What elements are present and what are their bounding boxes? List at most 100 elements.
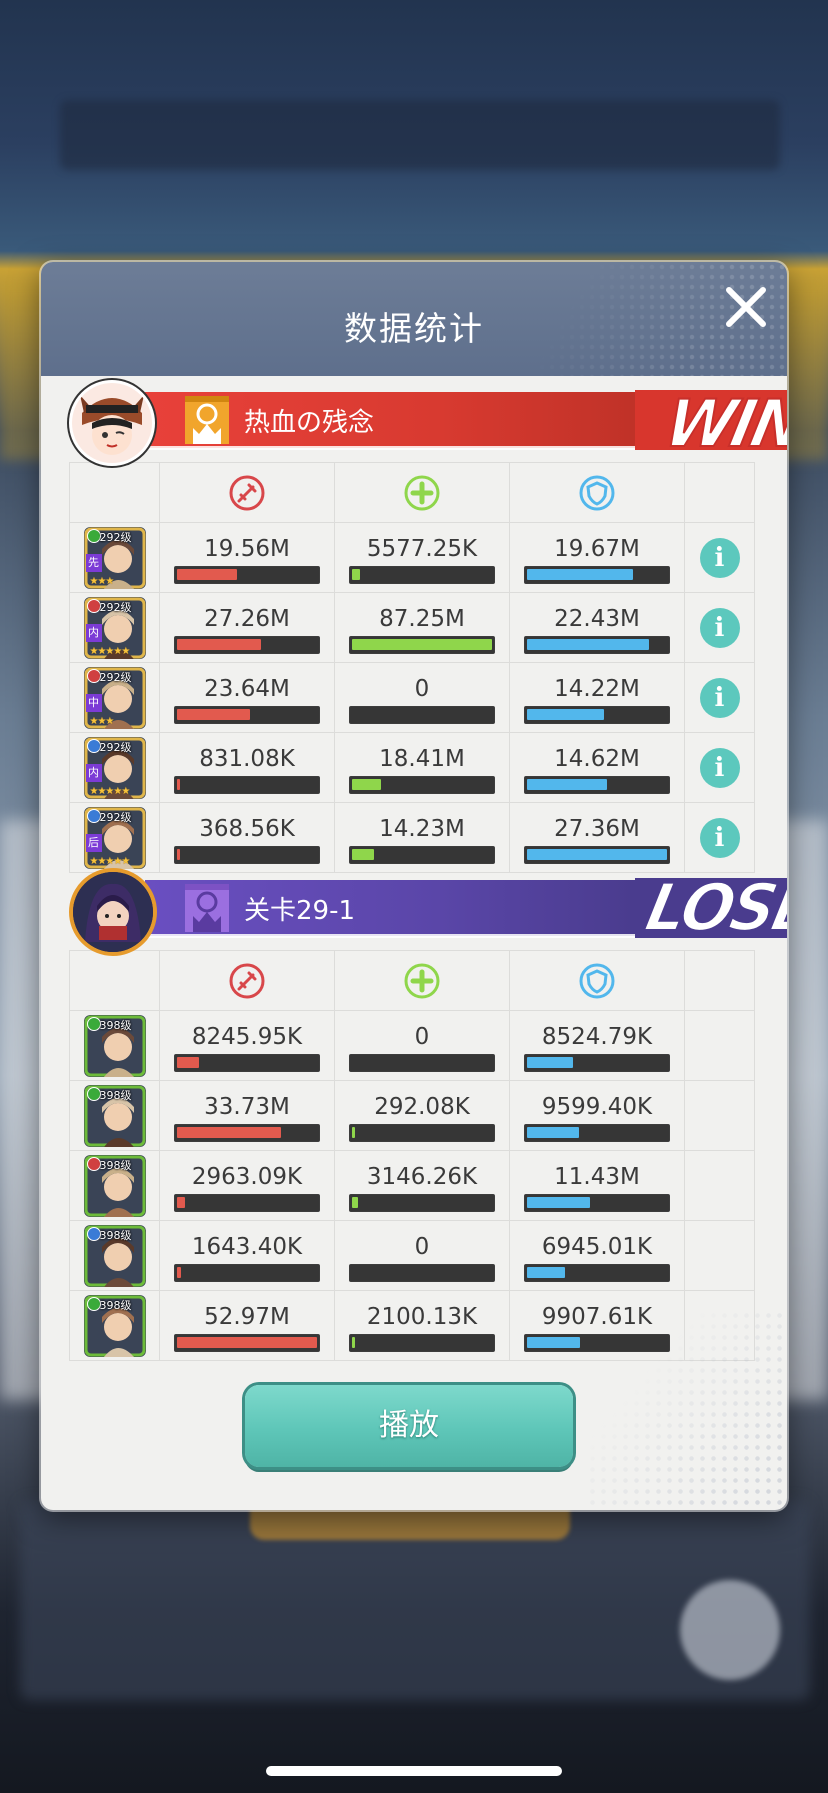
- element-badge-icon: [86, 1226, 101, 1241]
- element-badge-icon: [86, 1156, 101, 1171]
- hero-stars: ★★★★★: [89, 855, 131, 867]
- heal-value: 0: [414, 1233, 430, 1260]
- hero-level: 398级: [99, 1298, 132, 1312]
- element-badge-icon: [86, 738, 101, 753]
- defense-bar-fill: [527, 1266, 565, 1278]
- hero-stars: ★★★★★: [89, 645, 131, 657]
- info-icon[interactable]: i: [699, 817, 740, 858]
- hero-portrait[interactable]: 398级: [83, 1014, 146, 1077]
- heal-bar-fill: [352, 1196, 358, 1208]
- info-icon[interactable]: i: [699, 747, 740, 788]
- element-badge-icon: [86, 1086, 101, 1101]
- heal-bar-fill: [352, 568, 360, 580]
- damage-bar-fill: [177, 848, 180, 860]
- element-badge-icon: [86, 598, 101, 613]
- heal-value: 2100.13K: [366, 1303, 478, 1330]
- enemy-avatar: [69, 868, 157, 956]
- hero-level: 292级: [99, 530, 132, 544]
- hero-row: 292级中 ★★★ 23.64M 0 14.22M i: [69, 662, 755, 733]
- hero-level: 398级: [99, 1088, 132, 1102]
- sword-icon: [229, 963, 265, 998]
- heal-value: 18.41M: [379, 745, 465, 772]
- info-icon[interactable]: i: [699, 677, 740, 718]
- damage-bar-fill: [177, 1266, 181, 1278]
- damage-bar-fill: [177, 778, 180, 790]
- hero-portrait[interactable]: 292级内 ★★★★★: [83, 596, 146, 659]
- hero-position: 内: [85, 623, 102, 642]
- hero-level: 292级: [99, 670, 132, 684]
- hero-portrait[interactable]: 398级: [83, 1294, 146, 1357]
- hero-portrait[interactable]: 398级: [83, 1224, 146, 1287]
- heal-bar: [349, 1123, 495, 1142]
- defense-bar-fill: [527, 1126, 579, 1138]
- damage-bar-fill: [177, 1126, 281, 1138]
- defense-value: 19.67M: [554, 535, 640, 562]
- heal-bar-fill: [352, 638, 492, 650]
- heal-value: 0: [414, 1023, 430, 1050]
- hero-portrait[interactable]: 292级后 ★★★★★: [83, 806, 146, 869]
- team-banner-enemy: 关卡29-1 LOSE: [69, 868, 787, 956]
- close-button[interactable]: [719, 280, 773, 334]
- defense-bar-fill: [527, 1196, 590, 1208]
- heal-bar: [349, 635, 495, 654]
- damage-value: 2963.09K: [191, 1163, 303, 1190]
- result-badge-win: WIN: [635, 384, 787, 463]
- heal-bar: [349, 565, 495, 584]
- hero-row: 398级 1643.40K 0 6945.01K: [69, 1220, 755, 1291]
- play-button[interactable]: 播放: [245, 1385, 573, 1467]
- hero-portrait[interactable]: 292级内 ★★★★★: [83, 736, 146, 799]
- team-name: 关卡29-1: [244, 896, 356, 926]
- hero-portrait[interactable]: 292级中 ★★★: [83, 666, 146, 729]
- result-text: WIN: [658, 384, 787, 463]
- defense-value: 27.36M: [554, 815, 640, 842]
- hero-position: 后: [85, 833, 102, 852]
- background-round-button: [680, 1580, 780, 1680]
- defense-value: 6945.01K: [541, 1233, 653, 1260]
- damage-bar: [174, 1193, 320, 1212]
- damage-bar: [174, 705, 320, 724]
- damage-bar: [174, 635, 320, 654]
- damage-bar: [174, 565, 320, 584]
- defense-bar: [524, 635, 670, 654]
- hero-portrait[interactable]: 292级先 ★★★: [83, 526, 146, 589]
- heal-bar-fill: [352, 1126, 355, 1138]
- defense-bar: [524, 705, 670, 724]
- defense-bar: [524, 1263, 670, 1282]
- damage-value: 33.73M: [204, 1093, 290, 1120]
- heal-value: 87.25M: [379, 605, 465, 632]
- shield-icon: [579, 963, 615, 998]
- hero-portrait[interactable]: 398级: [83, 1084, 146, 1147]
- hero-row: 292级后 ★★★★★ 368.56K 14.23M 27.36M i: [69, 802, 755, 873]
- defense-bar-fill: [527, 1056, 573, 1068]
- hero-level: 292级: [99, 600, 132, 614]
- element-badge-icon: [86, 808, 101, 823]
- guild-flag-icon: [185, 396, 229, 444]
- defense-value: 22.43M: [554, 605, 640, 632]
- defense-value: 9599.40K: [541, 1093, 653, 1120]
- stats-dialog: 数据统计 热血の残念 WIN 292级 先 ★★★ 19.56M 5577.25…: [41, 262, 787, 1510]
- damage-value: 831.08K: [199, 745, 295, 772]
- element-badge-icon: [86, 528, 101, 543]
- heal-bar-fill: [352, 1336, 355, 1348]
- defense-bar: [524, 1053, 670, 1072]
- home-indicator[interactable]: [266, 1766, 562, 1776]
- damage-bar: [174, 775, 320, 794]
- heal-bar: [349, 1263, 495, 1282]
- defense-bar-fill: [527, 708, 604, 720]
- info-icon[interactable]: i: [699, 607, 740, 648]
- defense-bar-fill: [527, 638, 649, 650]
- defense-bar: [524, 775, 670, 794]
- defense-bar: [524, 1123, 670, 1142]
- defense-bar-fill: [527, 568, 633, 580]
- defense-value: 8524.79K: [541, 1023, 653, 1050]
- damage-bar-fill: [177, 708, 250, 720]
- damage-bar-fill: [177, 1336, 317, 1348]
- info-icon[interactable]: i: [699, 537, 740, 578]
- defense-bar-fill: [527, 848, 667, 860]
- enemy-stats-table: 398级 8245.95K 0 8524.79K 398级 33.73M 292.08K 95…: [69, 950, 755, 1361]
- hero-portrait[interactable]: 398级: [83, 1154, 146, 1217]
- shield-icon: [579, 475, 615, 510]
- damage-bar: [174, 1053, 320, 1072]
- hero-row: 292级内 ★★★★★ 831.08K 18.41M 14.62M i: [69, 732, 755, 803]
- hero-position: 先: [85, 553, 102, 572]
